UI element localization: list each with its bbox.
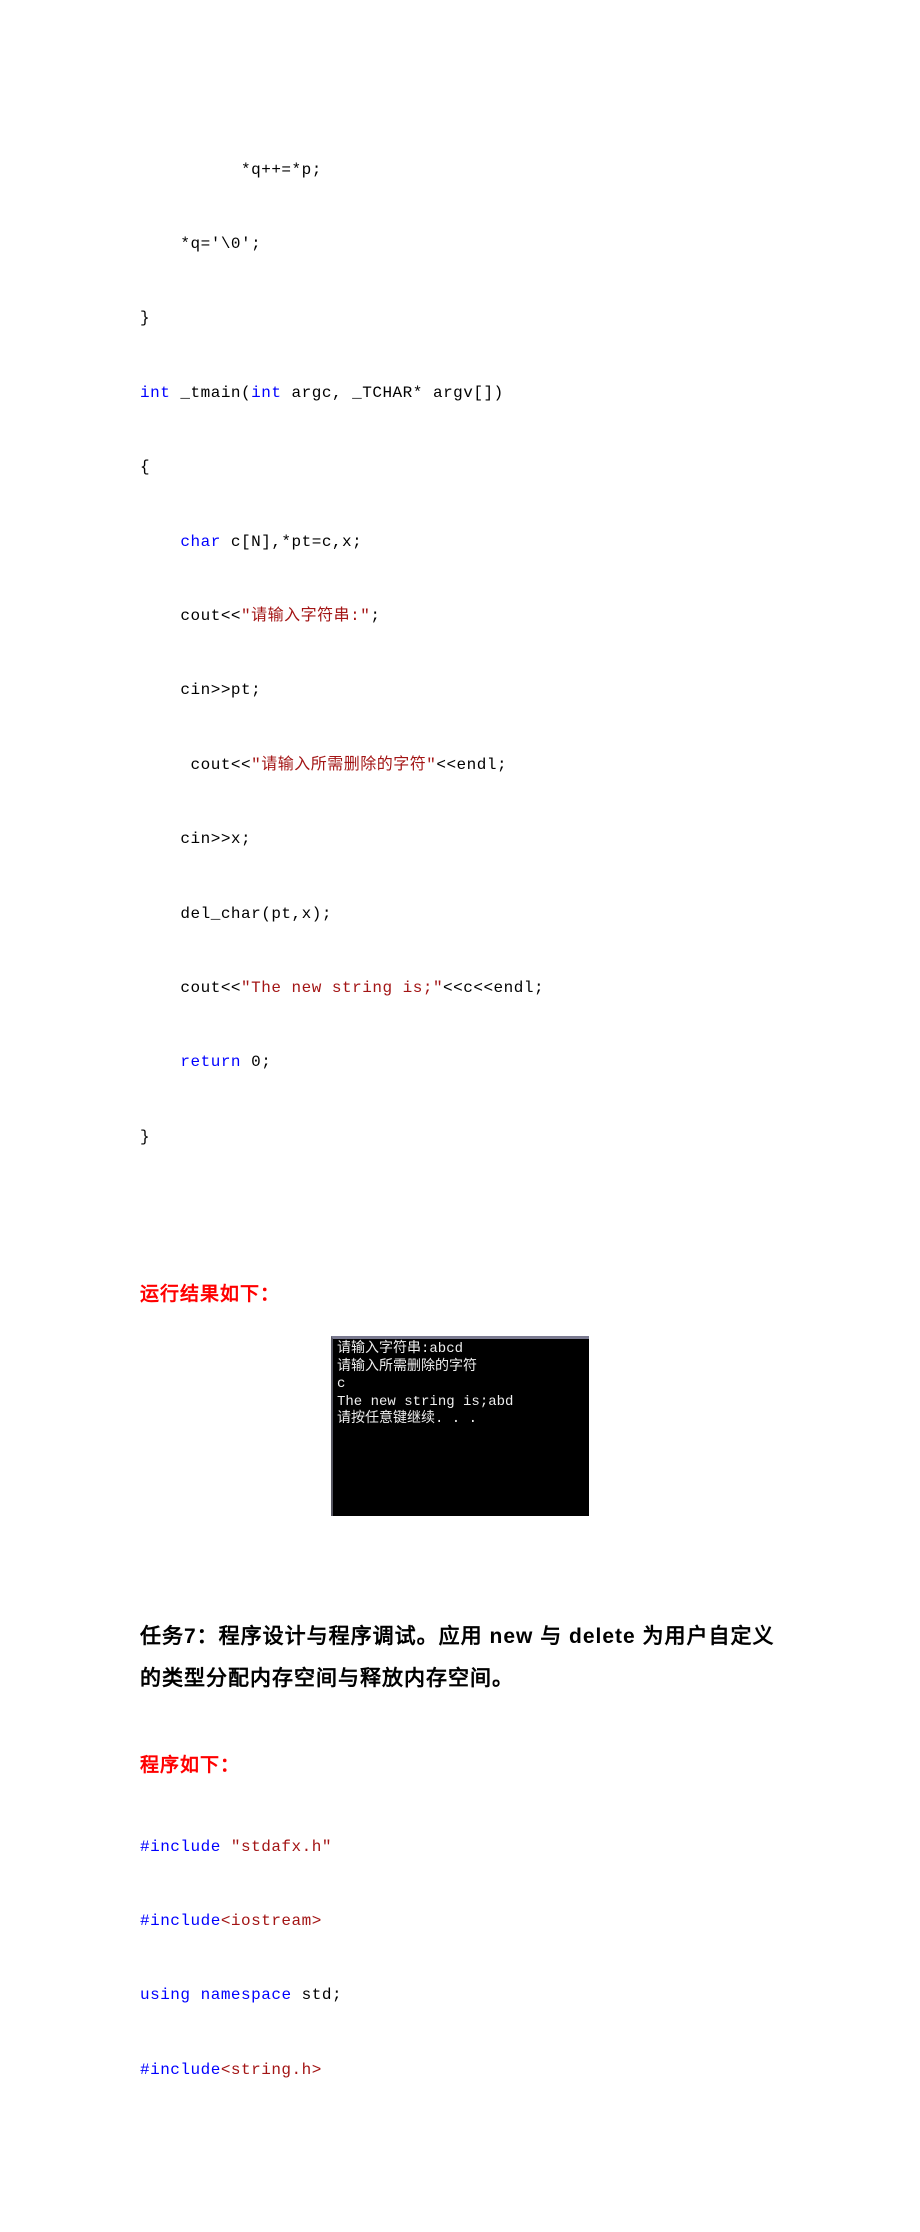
terminal-line: 请输入字符串:abcd <box>337 1341 463 1357</box>
preprocessor: #include <box>140 1838 221 1856</box>
keyword: char <box>180 533 220 551</box>
string-literal: "The new string is;" <box>241 979 443 997</box>
terminal-container: 请输入字符串:abcd 请输入所需删除的字符 c The new string … <box>140 1336 780 1516</box>
code-text <box>191 1986 201 2004</box>
code-line: #include "stdafx.h" <box>140 1835 780 1860</box>
keyword: return <box>180 1053 241 1071</box>
code-line: char c[N],*pt=c,x; <box>140 530 780 555</box>
terminal-line: The new string is;abd <box>337 1394 513 1410</box>
code-line: cin>>pt; <box>140 678 780 703</box>
code-block-2: #include "stdafx.h" #include<iostream> u… <box>140 1785 780 2132</box>
terminal-line: 请输入所需删除的字符 <box>337 1359 477 1375</box>
program-heading: 程序如下： <box>140 1750 780 1777</box>
code-line: #include<iostream> <box>140 1909 780 1934</box>
keyword: namespace <box>201 1986 292 2004</box>
code-text <box>140 533 180 551</box>
code-text: cout<< <box>140 607 241 625</box>
code-text: std; <box>292 1986 343 2004</box>
include-path: <iostream> <box>221 1912 322 1930</box>
code-line: cout<<"The new string is;"<<c<<endl; <box>140 976 780 1001</box>
code-text: cout<< <box>140 979 241 997</box>
code-text: argc, _TCHAR* argv[]) <box>281 384 503 402</box>
code-line: cout<<"请输入所需删除的字符"<<endl; <box>140 753 780 778</box>
run-result-heading: 运行结果如下： <box>140 1279 780 1306</box>
preprocessor: #include <box>140 2061 221 2079</box>
code-line: } <box>140 306 780 331</box>
code-text: <<endl; <box>436 756 507 774</box>
code-line: return 0; <box>140 1050 780 1075</box>
string-literal: "stdafx.h" <box>221 1838 332 1856</box>
code-text: ; <box>370 607 380 625</box>
code-line: *q='\0'; <box>140 232 780 257</box>
terminal-output: 请输入字符串:abcd 请输入所需删除的字符 c The new string … <box>331 1336 589 1516</box>
task-7-heading: 任务7：程序设计与程序调试。应用 new 与 delete 为用户自定义的类型分… <box>140 1616 780 1700</box>
code-line: *q++=*p; <box>140 158 780 183</box>
code-line: { <box>140 455 780 480</box>
code-line: cout<<"请输入字符串:"; <box>140 604 780 629</box>
code-text: 0; <box>241 1053 271 1071</box>
code-line: cin>>x; <box>140 827 780 852</box>
terminal-line: c <box>337 1376 345 1392</box>
code-line: } <box>140 1125 780 1150</box>
terminal-line: 请按任意键继续. . . <box>337 1411 477 1427</box>
code-block-1: *q++=*p; *q='\0'; } int _tmain(int argc,… <box>140 108 780 1199</box>
string-literal: "请输入字符串:" <box>241 607 370 625</box>
code-text: _tmain( <box>170 384 251 402</box>
keyword: int <box>251 384 281 402</box>
code-line: int _tmain(int argc, _TCHAR* argv[]) <box>140 381 780 406</box>
string-literal: "请输入所需删除的字符" <box>251 756 436 774</box>
code-line: #include<string.h> <box>140 2058 780 2083</box>
document-page: *q++=*p; *q='\0'; } int _tmain(int argc,… <box>0 0 920 2232</box>
include-path: <string.h> <box>221 2061 322 2079</box>
code-text: <<c<<endl; <box>443 979 544 997</box>
keyword: using <box>140 1986 191 2004</box>
code-text: c[N],*pt=c,x; <box>221 533 362 551</box>
keyword: int <box>140 384 170 402</box>
code-text: cout<< <box>140 756 251 774</box>
preprocessor: #include <box>140 1912 221 1930</box>
code-text <box>140 1053 180 1071</box>
code-line: del_char(pt,x); <box>140 902 780 927</box>
code-line: using namespace std; <box>140 1983 780 2008</box>
